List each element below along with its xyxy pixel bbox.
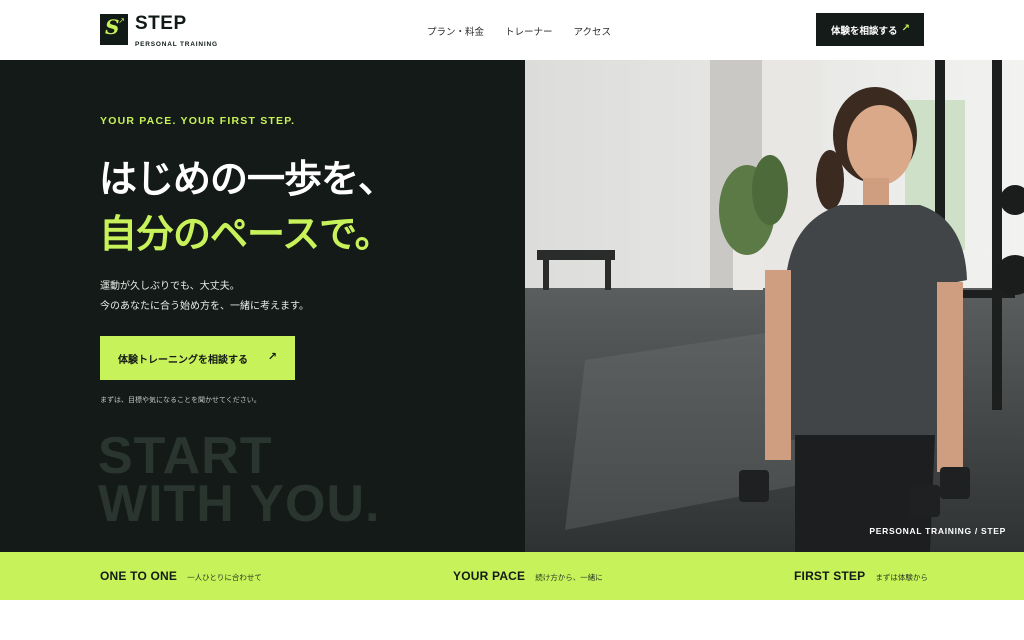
hero-lead: 運動が久しぶりでも、大丈夫。 今のあなたに合う始め方を、一緒に考えます。 — [100, 277, 309, 317]
hero-consult-label: 体験トレーニングを相談する — [118, 354, 248, 366]
feature-sub: 続け方から、一緒に — [535, 573, 603, 582]
site-header: S ↗ STEP PERSONAL TRAINING プラン・料金 トレーナー … — [0, 0, 1024, 60]
feature-item: YOUR PACE 続け方から、一緒に — [453, 569, 603, 583]
logo-mark-icon: S ↗ — [100, 14, 128, 45]
nav-item-trainer[interactable]: トレーナー — [505, 24, 553, 38]
gym-photo-illustration — [525, 60, 1024, 552]
hero-consult-button[interactable]: 体験トレーニングを相談する ↗ — [100, 336, 295, 380]
hero-lead-line2: 今のあなたに合う始め方を、一緒に考えます。 — [100, 301, 309, 312]
feature-item: FIRST STEP まずは体験から — [794, 569, 928, 583]
feature-sub: 一人ひとりに合わせて — [187, 573, 262, 582]
decorative-big-text-line2: WITH YOU. — [98, 475, 381, 533]
logo-arrow-icon: ↗ — [118, 16, 125, 25]
hero-headline-line2: 自分のペースで。 — [99, 212, 393, 256]
header-consult-label: 体験を相談する — [831, 25, 898, 37]
feature-sub: まずは体験から — [875, 573, 928, 582]
feature-title: FIRST STEP — [794, 569, 866, 583]
feature-title: YOUR PACE — [453, 569, 526, 583]
nav-item-plan[interactable]: プラン・料金 — [427, 24, 484, 38]
brand-tagline: PERSONAL TRAINING — [135, 41, 218, 48]
brand-logo[interactable]: S ↗ STEP PERSONAL TRAINING — [100, 14, 218, 48]
photo-caption: PERSONAL TRAINING / STEP — [869, 526, 1006, 536]
feature-strip: ONE TO ONE 一人ひとりに合わせて YOUR PACE 続け方から、一緒… — [0, 552, 1024, 600]
nav-item-access[interactable]: アクセス — [574, 24, 612, 38]
logo-text: STEP PERSONAL TRAINING — [135, 14, 218, 48]
hero-lead-line1: 運動が久しぶりでも、大丈夫。 — [100, 281, 240, 292]
hero-headline-line1: はじめの一歩を、 — [99, 157, 396, 201]
header-consult-button[interactable]: 体験を相談する ↗ — [816, 13, 924, 46]
logo-letter: S — [105, 15, 120, 39]
arrow-up-right-icon: ↗ — [267, 350, 277, 363]
arrow-up-right-icon: ↗ — [901, 23, 910, 34]
hero-text-panel: YOUR PACE. YOUR FIRST STEP. はじめの一歩を、 自分の… — [0, 60, 525, 552]
brand-name: STEP — [135, 13, 187, 34]
feature-item: ONE TO ONE 一人ひとりに合わせて — [100, 569, 262, 583]
hero-photo: PERSONAL TRAINING / STEP — [525, 60, 1024, 552]
main-nav: プラン・料金 トレーナー アクセス — [427, 24, 611, 38]
feature-title: ONE TO ONE — [100, 569, 178, 583]
hero-note: まずは、目標や気になることを聞かせてください。 — [100, 396, 261, 404]
hero-eyebrow: YOUR PACE. YOUR FIRST STEP. — [100, 115, 296, 127]
